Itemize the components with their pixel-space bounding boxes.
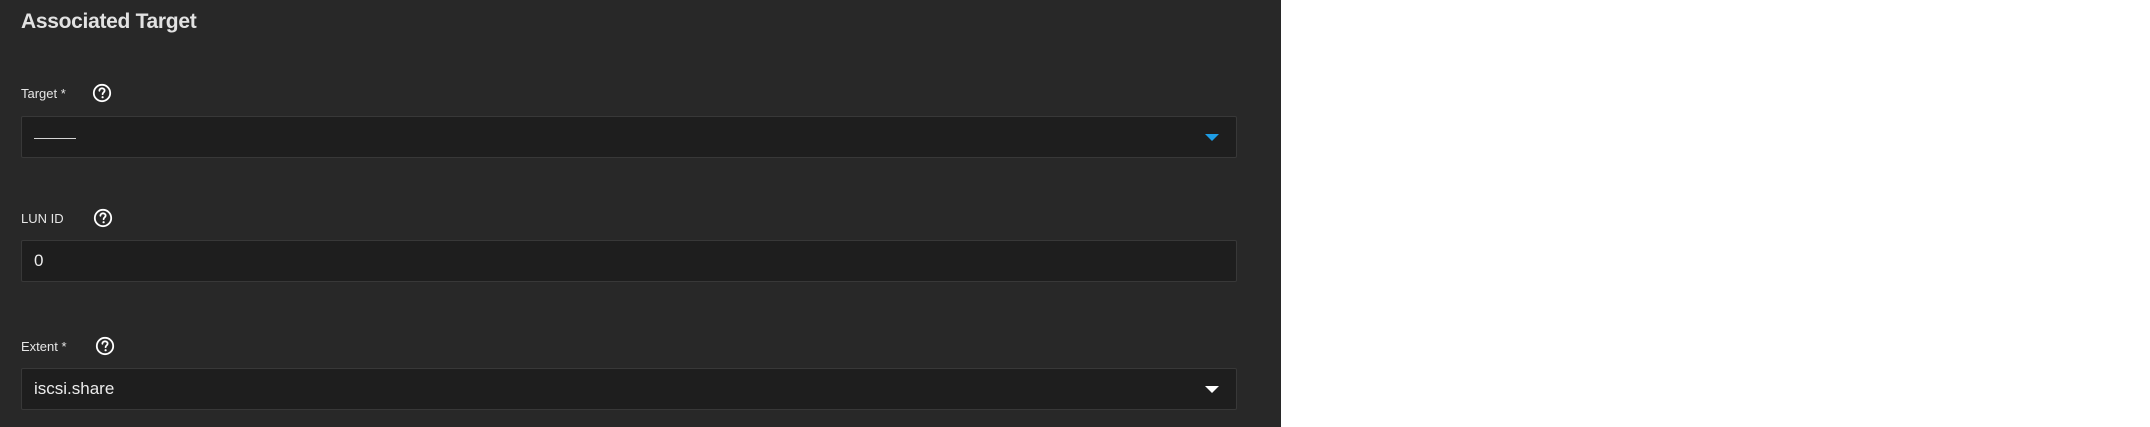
help-circle-icon[interactable] <box>94 335 116 357</box>
chevron-down-icon <box>1205 134 1219 141</box>
target-select-value: ——— <box>34 129 76 145</box>
chevron-down-icon <box>1205 386 1219 393</box>
target-label-row: Target * <box>21 82 113 104</box>
associated-target-card: Associated Target Target * ——— LUN ID 0 <box>0 0 1281 427</box>
help-circle-icon[interactable] <box>92 207 114 229</box>
lun-id-input[interactable]: 0 <box>21 240 1237 282</box>
lun-id-input-value: 0 <box>34 251 44 270</box>
target-select[interactable]: ——— <box>21 116 1237 158</box>
lun-id-label: LUN ID <box>21 210 64 226</box>
extent-select-value: iscsi.share <box>34 379 115 398</box>
target-label: Target * <box>21 85 66 101</box>
extent-select[interactable]: iscsi.share <box>21 368 1237 410</box>
help-circle-icon[interactable] <box>91 82 113 104</box>
extent-label: Extent * <box>21 338 67 354</box>
extent-label-row: Extent * <box>21 335 116 357</box>
lun-id-label-row: LUN ID <box>21 207 114 229</box>
card-title: Associated Target <box>21 10 197 33</box>
